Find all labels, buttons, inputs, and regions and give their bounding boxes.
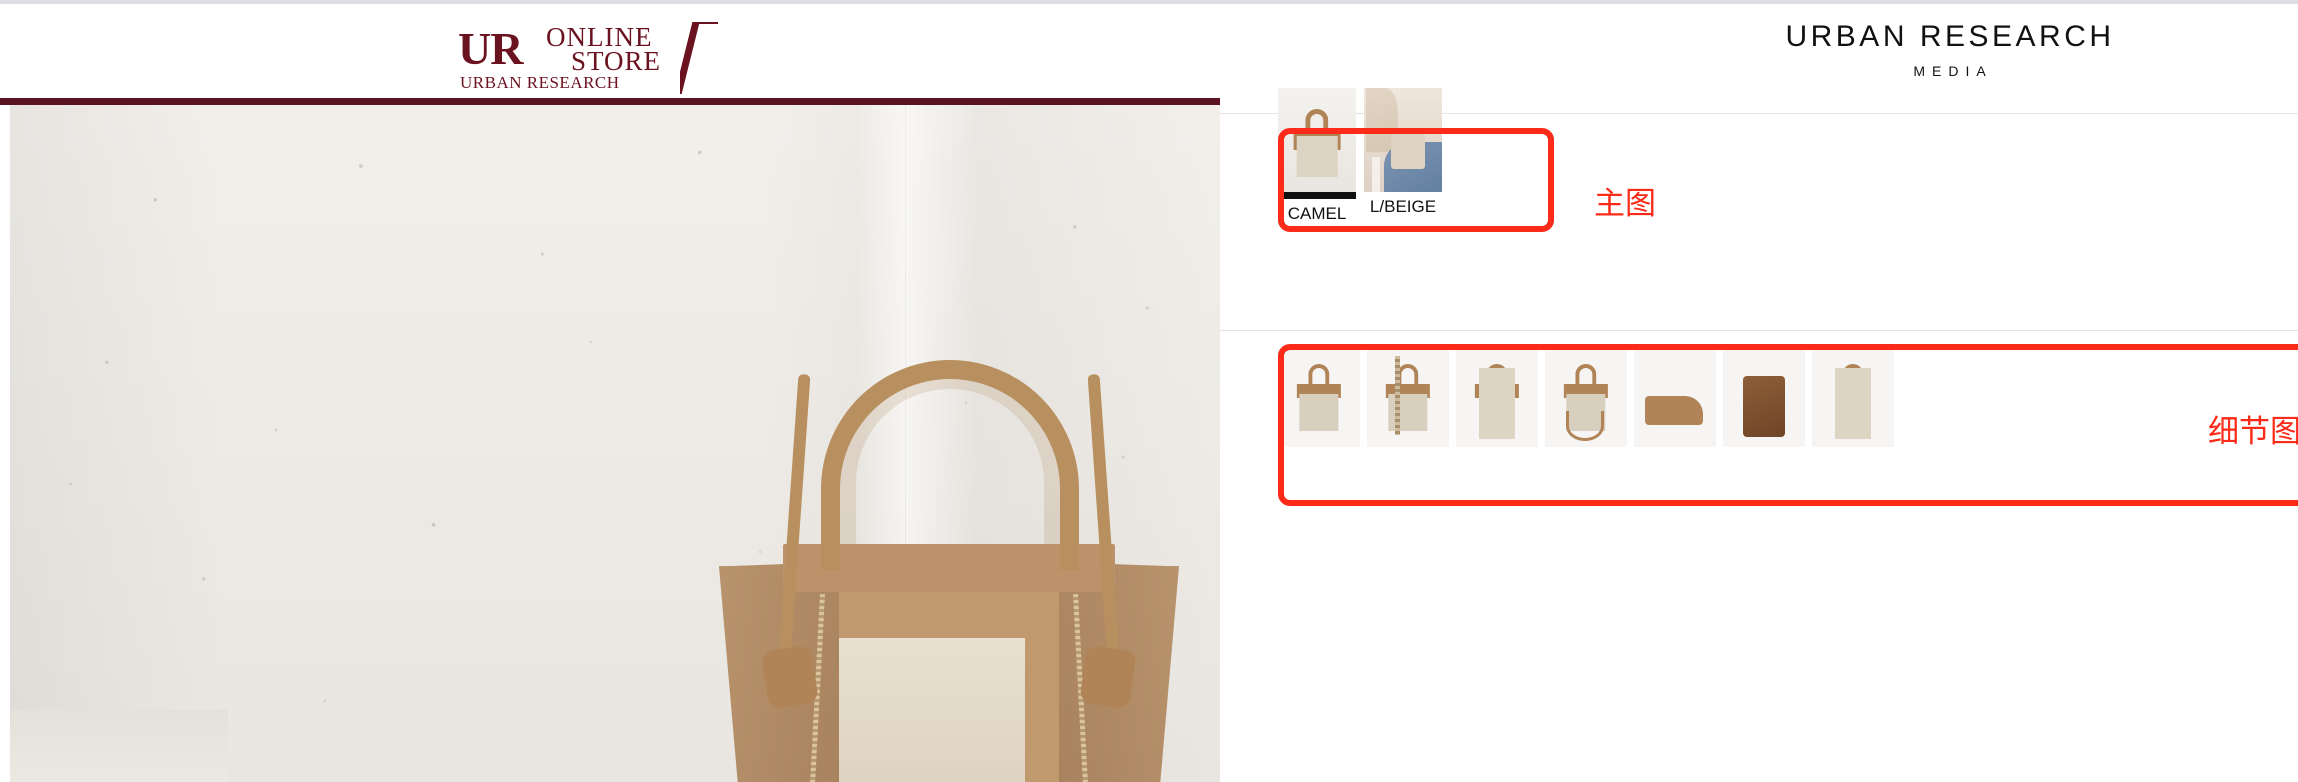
detail-thumbnail[interactable] [1278, 348, 1360, 447]
bag-left-knot [761, 644, 819, 710]
detail-thumbnail-strip [1278, 348, 1894, 447]
color-swatch-lbeige-image [1364, 88, 1442, 192]
urban-research-media-logo[interactable]: URBAN RESEARCH MEDIA [1750, 20, 2150, 80]
main-product-image[interactable] [10, 105, 1220, 782]
mini-bag-camel-icon [1278, 88, 1356, 192]
color-swatch-camel-label: CAMEL [1287, 204, 1347, 223]
detail-thumbnail[interactable] [1545, 348, 1627, 447]
bag-handle-front [821, 360, 1079, 570]
model-photo-icon [1364, 88, 1442, 192]
color-swatch-panel: CAMEL L/BEIGE [1278, 88, 1442, 224]
detail-thumbnail[interactable] [1723, 348, 1805, 447]
ur-online-store-logo[interactable]: UR ONLINE STORE URBAN RESEARCH [458, 20, 718, 92]
ur-monogram: UR [458, 23, 523, 74]
annotation-label-main-image: 主图 [1594, 186, 1656, 222]
wall-ledge [10, 710, 228, 782]
product-detail-page: UR ONLINE STORE URBAN RESEARCH URBAN RES… [0, 0, 2298, 782]
ur-logo-line2: STORE [571, 46, 662, 76]
ur-slash-icon [680, 22, 720, 94]
divider-middle [1220, 330, 2298, 331]
detail-thumbnail[interactable] [1812, 348, 1894, 447]
detail-thumbnail[interactable] [1367, 348, 1449, 447]
media-logo-main: URBAN RESEARCH [1785, 20, 2115, 53]
hero-image-wrapper [0, 105, 1220, 782]
color-swatch-lbeige[interactable]: L/BEIGE [1364, 88, 1442, 224]
color-swatch-camel[interactable]: CAMEL [1278, 88, 1356, 224]
site-header: UR ONLINE STORE URBAN RESEARCH URBAN RES… [0, 4, 2298, 98]
media-logo-sub: MEDIA [1913, 63, 1993, 79]
annotation-label-detail-images: 细节图 [2208, 414, 2298, 450]
detail-thumbnail[interactable] [1634, 348, 1716, 447]
detail-thumbnail[interactable] [1456, 348, 1538, 447]
product-info-column: CAMEL L/BEIGE [1220, 88, 2298, 782]
bag-right-knot [1079, 644, 1137, 710]
tote-bag-graphic [569, 348, 1220, 782]
ur-logo-subtitle: URBAN RESEARCH [460, 73, 620, 92]
color-swatch-camel-image [1278, 88, 1356, 199]
color-swatch-lbeige-label: L/BEIGE [1369, 197, 1437, 216]
hero-accent-bar [0, 98, 1220, 105]
